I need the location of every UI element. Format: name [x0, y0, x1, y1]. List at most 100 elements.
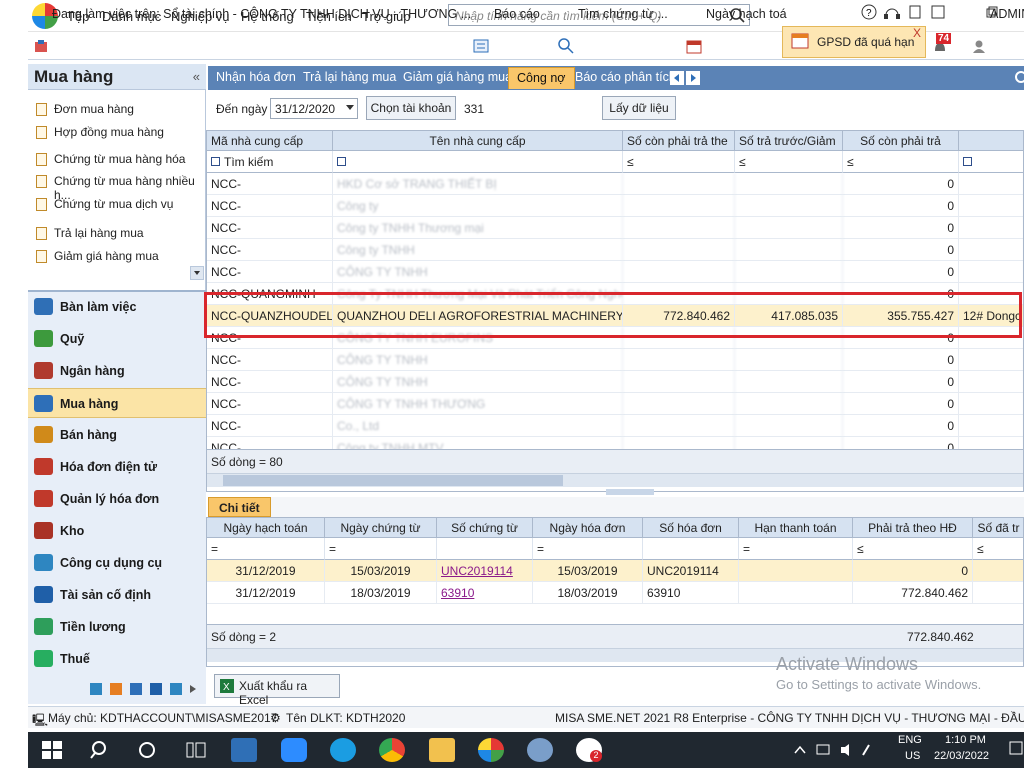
- col-remaining-payable[interactable]: Số còn phải trả: [843, 131, 959, 151]
- module-item[interactable]: Ngân hàng: [28, 356, 206, 386]
- input-language[interactable]: ENG: [898, 734, 922, 746]
- tab-payables[interactable]: Công nợ: [508, 67, 575, 89]
- report-icon[interactable]: [473, 39, 489, 53]
- notification-center-icon[interactable]: [1008, 740, 1024, 758]
- col-prepaid-discount[interactable]: Số trả trước/Giảm: [735, 131, 843, 151]
- task-view-icon[interactable]: [183, 738, 209, 762]
- table-row[interactable]: NCC- Công ty TNHH Thương mại 0: [207, 217, 1023, 239]
- detail-col-header[interactable]: Số chứng từ: [437, 518, 533, 538]
- doc-link-item[interactable]: Trả lại hàng mua: [54, 226, 144, 240]
- voucher-link[interactable]: 63910: [441, 586, 474, 600]
- detail-col-header[interactable]: Số hóa đơn: [643, 518, 739, 538]
- search-icon[interactable]: [88, 738, 114, 762]
- input-region[interactable]: US: [905, 750, 920, 762]
- user-name[interactable]: ADMIN: [990, 7, 1024, 21]
- filter-address[interactable]: [959, 151, 1023, 173]
- module-item[interactable]: Công cụ dụng cụ: [28, 548, 206, 578]
- grid-horizontal-scrollbar[interactable]: [207, 473, 1023, 487]
- module-item[interactable]: Tiền lương: [28, 612, 206, 642]
- detail-col-header[interactable]: Ngày chứng từ: [325, 518, 437, 538]
- settings-gear-icon[interactable]: [1012, 68, 1024, 86]
- doc-list-scroll-down[interactable]: [190, 266, 204, 280]
- table-row[interactable]: NCC- CÔNG TY TNHH 0: [207, 261, 1023, 283]
- module-item[interactable]: Quỹ: [28, 324, 206, 354]
- get-data-button[interactable]: Lấy dữ liệu: [602, 96, 676, 120]
- scroll-thumb[interactable]: [223, 475, 563, 486]
- zoom-icon[interactable]: [281, 738, 307, 762]
- module-item[interactable]: Bán hàng: [28, 420, 206, 450]
- detail-col-header[interactable]: Số đã tr: [973, 518, 1023, 538]
- module-item[interactable]: Hóa đơn điện tử: [28, 452, 206, 482]
- col-supplier-name[interactable]: Tên nhà cung cấp: [333, 131, 623, 151]
- module-item[interactable]: Mua hàng: [28, 388, 206, 418]
- col-supplier-code[interactable]: Mã nhà cung cấp: [207, 131, 333, 151]
- table-row[interactable]: NCC- Công ty TNHH 0: [207, 239, 1023, 261]
- detail-filter-cell[interactable]: =: [533, 538, 643, 560]
- doc-link-item[interactable]: Đơn mua hàng: [54, 102, 134, 116]
- detail-row[interactable]: 31/12/2019 18/03/2019 63910 18/03/2019 63910…: [207, 582, 1023, 604]
- license-notification[interactable]: GPSD đã quá hạn X: [782, 26, 926, 58]
- tab-purchase-return[interactable]: Trả lại hàng mua: [303, 70, 396, 84]
- detail-filter-cell[interactable]: [643, 538, 739, 560]
- module-item[interactable]: Bàn làm việc: [28, 292, 206, 322]
- export-excel-button[interactable]: X Xuất khẩu ra Excel: [214, 674, 340, 707]
- col-address[interactable]: [959, 131, 1023, 151]
- module-item[interactable]: Quản lý hóa đơn: [28, 484, 206, 514]
- dropdown-arrow-icon[interactable]: [346, 105, 354, 111]
- module-item[interactable]: Kho: [28, 516, 206, 546]
- report-button[interactable]: Báo cáo: [494, 7, 540, 21]
- quick-module-icons[interactable]: [90, 681, 202, 699]
- find-voucher-button[interactable]: Tìm chứng từ ...: [578, 7, 668, 21]
- top-right-icons[interactable]: ?: [860, 3, 950, 21]
- choose-account-button[interactable]: Chọn tài khoản: [366, 96, 456, 120]
- doc-link-item[interactable]: Giảm giá hàng mua: [54, 249, 159, 263]
- filter-remaining-payable-by[interactable]: ≤: [623, 151, 735, 173]
- system-tray-icons[interactable]: [793, 742, 873, 758]
- cortana-icon[interactable]: [134, 738, 160, 762]
- find-voucher-icon[interactable]: [558, 38, 574, 54]
- misa-taskbar-icon[interactable]: [478, 738, 504, 762]
- tab-scroll-arrows[interactable]: [670, 71, 700, 85]
- doc-link-item[interactable]: Chứng từ mua dịch vụ: [54, 197, 173, 211]
- tab-analysis-report[interactable]: Báo cáo phân tích: [575, 70, 676, 84]
- edge-icon[interactable]: [330, 738, 356, 762]
- posting-date-button[interactable]: Ngày hạch toá: [706, 7, 787, 21]
- paint-icon[interactable]: [527, 738, 553, 762]
- detail-col-header[interactable]: Ngày hóa đơn: [533, 518, 643, 538]
- detail-col-header[interactable]: Ngày hạch toán: [207, 518, 325, 538]
- detail-row[interactable]: 31/12/2019 15/03/2019 UNC2019114 15/03/2019…: [207, 560, 1023, 582]
- file-explorer-icon[interactable]: [429, 738, 455, 762]
- clock-date[interactable]: 22/03/2022: [934, 750, 989, 762]
- detail-filter-cell[interactable]: ≤: [853, 538, 973, 560]
- clock-time[interactable]: 1:10 PM: [945, 734, 986, 746]
- filter-remaining-payable[interactable]: ≤: [843, 151, 959, 173]
- table-row[interactable]: NCC- CÔNG TY TNHH 0: [207, 371, 1023, 393]
- col-remaining-payable-by[interactable]: Số còn phải trả the: [623, 131, 735, 151]
- tab-purchase-discount[interactable]: Giảm giá hàng mua: [403, 70, 512, 84]
- detail-filter-cell[interactable]: =: [207, 538, 325, 560]
- module-item[interactable]: Tài sản cố định: [28, 580, 206, 610]
- table-row[interactable]: NCC- HKD Cơ sở TRANG THIẾT BỊ 0: [207, 173, 1023, 195]
- table-row[interactable]: NCC- Công ty 0: [207, 195, 1023, 217]
- table-row[interactable]: NCC- CÔNG TY TNHH THƯƠNG 0: [207, 393, 1023, 415]
- detail-col-header[interactable]: Phải trả theo HĐ: [853, 518, 973, 538]
- filter-prepaid-discount[interactable]: ≤: [735, 151, 843, 173]
- chrome-icon[interactable]: [379, 738, 405, 762]
- splitter-handle[interactable]: [606, 489, 654, 495]
- detail-col-header[interactable]: Hạn thanh toán: [739, 518, 853, 538]
- to-date-field[interactable]: 31/12/2020: [270, 98, 358, 119]
- doc-link-item[interactable]: Chứng từ mua hàng hóa: [54, 152, 185, 166]
- calendar-icon[interactable]: [686, 38, 702, 54]
- collapse-button[interactable]: «: [193, 69, 200, 84]
- filter-supplier-code[interactable]: Tìm kiếm: [207, 151, 333, 173]
- filter-supplier-name[interactable]: [333, 151, 623, 173]
- user-avatar-icon[interactable]: [972, 39, 986, 53]
- table-row[interactable]: NCC- CÔNG TY TNHH 0: [207, 349, 1023, 371]
- windows-start-icon[interactable]: [40, 738, 66, 762]
- tab-receive-invoice[interactable]: Nhận hóa đơn: [216, 70, 296, 84]
- notification-close-button[interactable]: X: [913, 26, 921, 40]
- table-row[interactable]: NCC- Co., Ltd 0: [207, 415, 1023, 437]
- teamviewer-icon[interactable]: [231, 738, 257, 762]
- voucher-link[interactable]: UNC2019114: [441, 564, 513, 578]
- tab-detail[interactable]: Chi tiết: [208, 497, 271, 517]
